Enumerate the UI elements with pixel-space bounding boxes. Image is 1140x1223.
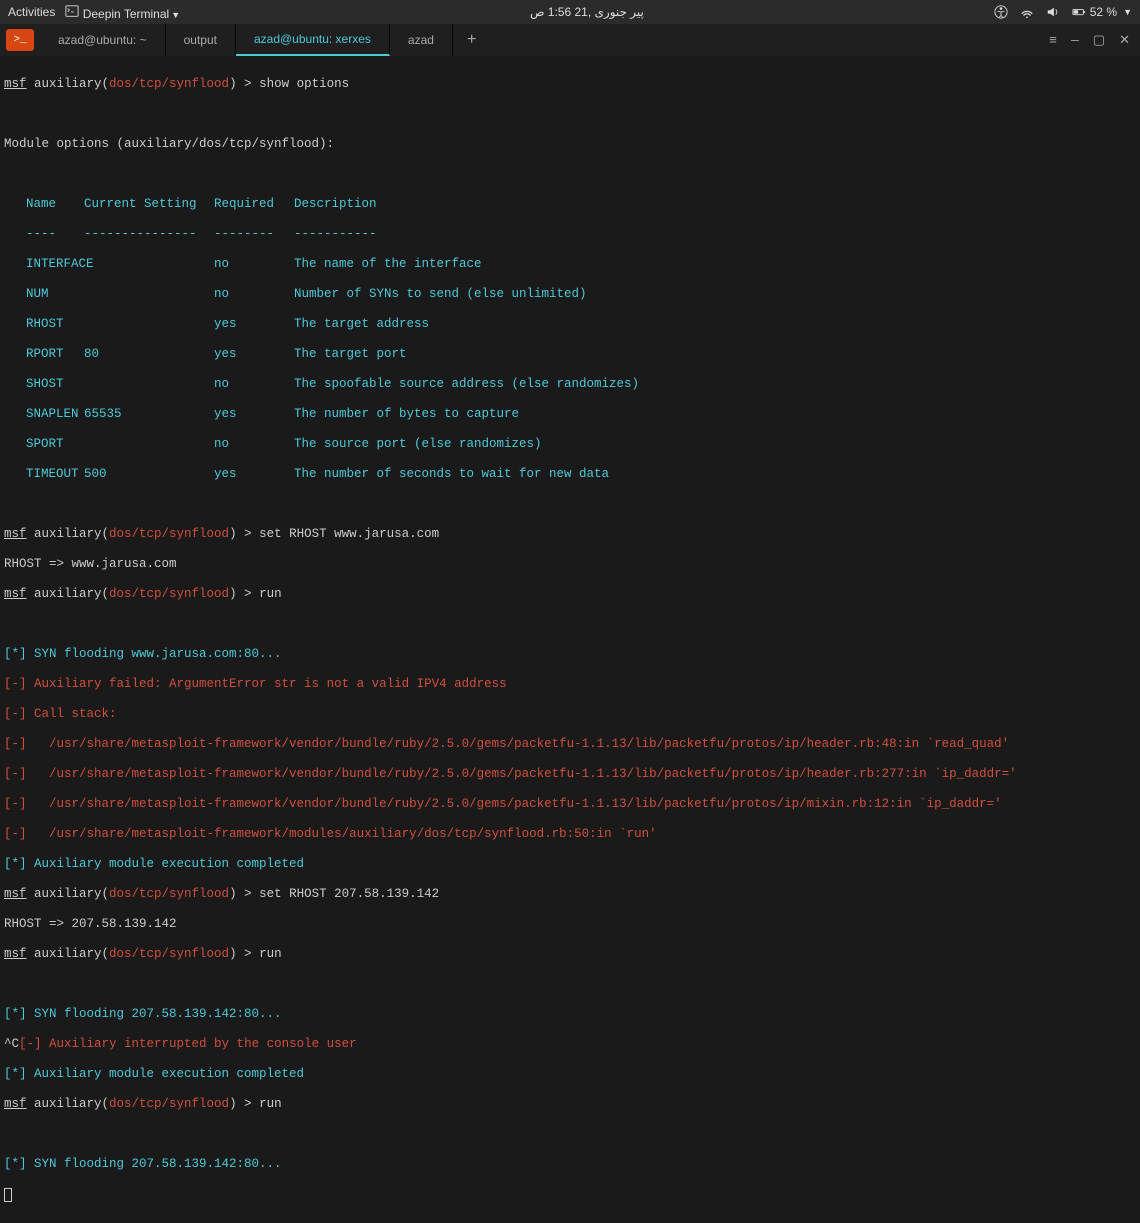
interrupted-msg: Auxiliary interrupted by the console use… [49,1037,357,1051]
tab-3[interactable]: azad@ubuntu: xerxes [236,24,390,56]
cmd-run: run [259,1097,282,1111]
minimize-button[interactable]: — [1071,33,1079,48]
network-icon[interactable] [1020,5,1034,19]
cmd-run: run [259,947,282,961]
options-divider-row: -------------------------------------- [4,227,1136,242]
option-row: SNAPLEN65535yesThe number of bytes to ca… [4,407,1136,422]
chevron-down-icon: ▼ [1123,7,1132,17]
tab-2[interactable]: output [166,24,236,56]
clock[interactable]: پیر جنوری ,21 1:56 ص [180,5,994,19]
maximize-button[interactable]: ▢ [1093,33,1105,48]
accessibility-icon[interactable] [994,5,1008,19]
cmd-show-options: show options [259,77,349,91]
chevron-down-icon: ▼ [171,10,180,20]
gnome-topbar: Activities Deepin Terminal▼ پیر جنوری ,2… [0,0,1140,24]
app-menu[interactable]: Deepin Terminal▼ [65,4,180,21]
activities-button[interactable]: Activities [8,5,55,19]
menu-button[interactable]: ≡ [1049,33,1057,48]
option-row: RHOSTyesThe target address [4,317,1136,332]
terminal-tabbar: >_ azad@ubuntu: ~ output azad@ubuntu: xe… [0,24,1140,56]
option-row: NUMnoNumber of SYNs to send (else unlimi… [4,287,1136,302]
prompt-msf: msf [4,77,27,91]
battery-indicator[interactable]: 52 %▼ [1072,5,1132,19]
stack-trace: /usr/share/metasploit-framework/vendor/b… [34,797,1002,811]
syn-flood-msg: SYN flooding 207.58.139.142:80... [34,1157,282,1171]
cmd-set-rhost: set RHOST 207.58.139.142 [259,887,439,901]
tab-4[interactable]: azad [390,24,453,56]
options-header-row: NameCurrent SettingRequiredDescription [4,197,1136,212]
syn-flood-msg: SYN flooding 207.58.139.142:80... [34,1007,282,1021]
error-msg: Auxiliary failed: ArgumentError str is n… [34,677,507,691]
option-row: SHOSTnoThe spoofable source address (els… [4,377,1136,392]
option-row: TIMEOUT500yesThe number of seconds to wa… [4,467,1136,482]
complete-msg: Auxiliary module execution completed [34,1067,304,1081]
tab-1[interactable]: azad@ubuntu: ~ [40,24,166,56]
cmd-set-rhost: set RHOST www.jarusa.com [259,527,439,541]
stack-trace: /usr/share/metasploit-framework/vendor/b… [34,767,1017,781]
close-button[interactable]: ✕ [1119,33,1130,48]
terminal-output[interactable]: msf auxiliary(dos/tcp/synflood) > show o… [0,56,1140,1223]
option-row: INTERFACEnoThe name of the interface [4,257,1136,272]
option-row: SPORTnoThe source port (else randomizes) [4,437,1136,452]
battery-icon [1072,5,1086,19]
complete-msg: Auxiliary module execution completed [34,857,304,871]
option-row: RPORT80yesThe target port [4,347,1136,362]
rhost-output: RHOST => www.jarusa.com [4,557,1136,572]
syn-flood-msg: SYN flooding www.jarusa.com:80... [34,647,282,661]
rhost-output: RHOST => 207.58.139.142 [4,917,1136,932]
cmd-run: run [259,587,282,601]
module-options-header: Module options (auxiliary/dos/tcp/synflo… [4,137,1136,152]
stack-trace: /usr/share/metasploit-framework/vendor/b… [34,737,1009,751]
new-tab-button[interactable]: + [453,24,491,56]
terminal-cursor [4,1188,12,1202]
stack-trace: /usr/share/metasploit-framework/modules/… [34,827,657,841]
volume-icon[interactable] [1046,5,1060,19]
terminal-icon[interactable]: >_ [6,29,34,51]
terminal-app-icon [65,4,79,18]
